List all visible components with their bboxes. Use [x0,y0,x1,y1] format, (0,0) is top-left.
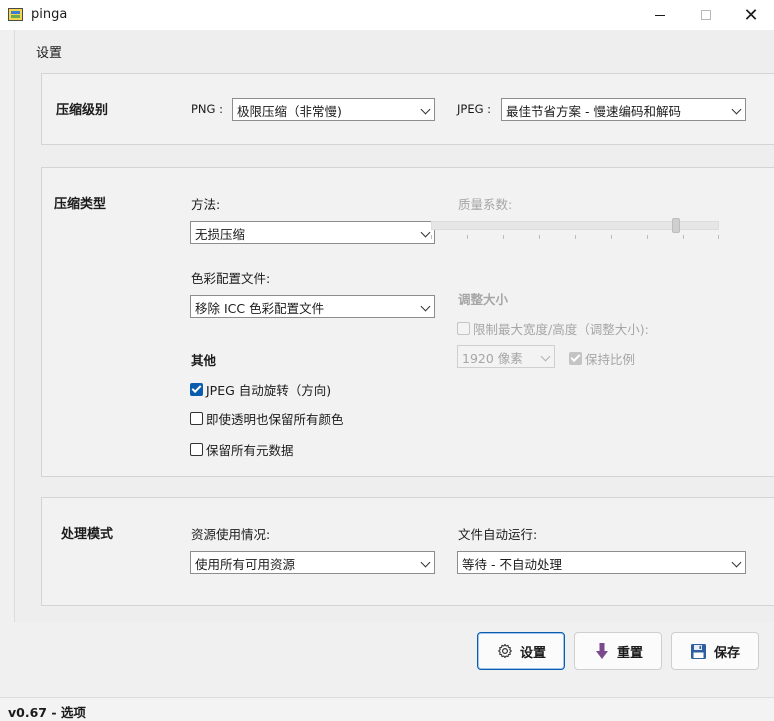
chevron-down-icon [731,557,742,568]
jpeg-compression-value: 最佳节省方案 - 慢速编码和解码 [506,104,681,119]
minimize-button[interactable] [637,0,683,30]
app-icon [8,8,23,21]
autorun-value: 等待 - 不自动处理 [462,557,562,572]
chevron-down-icon [540,351,551,362]
save-button[interactable]: 保存 [671,632,759,670]
keep-colors-checkbox[interactable]: 即使透明也保留所有颜色 [190,409,344,428]
chevron-down-icon [420,301,431,312]
png-compression-select[interactable]: 极限压缩（非常慢) [232,98,435,121]
arrow-down-icon [593,642,611,660]
app-title: pinga [31,7,68,22]
keep-ratio-checkbox[interactable]: 保持比例 [569,349,635,368]
page-title: 设置 [36,46,63,61]
slider-tick [575,235,576,239]
status-bar: v0.67 - 选项 [0,697,774,721]
autorun-select[interactable]: 等待 - 不自动处理 [457,551,746,574]
jpeg-compression-select[interactable]: 最佳节省方案 - 慢速编码和解码 [501,98,746,121]
processing-group: 处理模式 资源使用情况: 使用所有可用资源 文件自动运行: 等待 - 不自动处理 [41,497,774,606]
chevron-down-icon [420,104,431,115]
settings-panel: 设置 压缩级别 PNG : 极限压缩（非常慢) JPEG : 最佳节省方案 - … [14,30,774,622]
maximize-button [683,0,729,30]
processing-title: 处理模式 [61,527,114,542]
resource-value: 使用所有可用资源 [195,557,296,572]
jpeg-autorotate-label: JPEG 自动旋转（方向) [206,383,332,398]
slider-thumb[interactable] [672,218,680,233]
floppy-disk-icon [690,642,708,660]
checkbox-icon [457,322,470,335]
keep-metadata-label: 保留所有元数据 [206,443,294,458]
settings-button[interactable]: 设置 [477,632,565,670]
slider-tick [647,235,648,239]
compression-level-title: 压缩级别 [56,103,109,118]
gear-icon [496,642,514,660]
reset-button-label: 重置 [616,645,643,661]
autorun-label: 文件自动运行: [458,527,538,542]
method-select[interactable]: 无损压缩 [190,221,435,244]
color-profile-select[interactable]: 移除 ICC 色彩配置文件 [190,295,435,318]
quality-label: 质量系数: [458,197,513,212]
maximize-icon [701,10,711,20]
resource-select[interactable]: 使用所有可用资源 [190,551,435,574]
slider-tick [503,235,504,239]
keep-ratio-label: 保持比例 [585,352,636,367]
chevron-down-icon [420,227,431,238]
checkbox-icon [190,412,203,425]
slider-tick [683,235,684,239]
limit-size-label: 限制最大宽度/高度（调整大小): [473,322,649,337]
color-profile-value: 移除 ICC 色彩配置文件 [195,301,325,316]
resource-label: 资源使用情况: [191,527,271,542]
compression-type-group: 压缩类型 方法: 无损压缩 色彩配置文件: 移除 ICC 色彩配置文件 其他 J… [41,167,774,477]
slider-tick [539,235,540,239]
jpeg-label: JPEG : [457,102,492,116]
chevron-down-icon [731,104,742,115]
close-button[interactable]: ✕ [728,0,774,30]
settings-button-label: 设置 [519,645,546,661]
max-pixels-select[interactable]: 1920 像素 [457,345,555,368]
chevron-down-icon [420,557,431,568]
png-compression-value: 极限压缩（非常慢) [237,104,342,119]
keep-colors-label: 即使透明也保留所有颜色 [206,412,344,427]
keep-metadata-checkbox[interactable]: 保留所有元数据 [190,440,294,459]
slider-tick [467,235,468,239]
max-pixels-value: 1920 像素 [462,351,523,366]
title-bar: pinga ✕ [0,0,774,30]
slider-tick [431,235,432,239]
jpeg-autorotate-checkbox[interactable]: JPEG 自动旋转（方向) [190,380,331,399]
resize-title: 调整大小 [458,292,509,307]
method-value: 无损压缩 [195,227,246,242]
quality-slider[interactable] [431,215,719,245]
other-title: 其他 [191,353,217,368]
close-icon: ✕ [743,4,759,26]
save-button-label: 保存 [713,645,740,661]
status-text: v0.67 - 选项 [8,705,86,720]
method-label: 方法: [191,197,221,212]
checkbox-icon [190,443,203,456]
checkbox-checked-icon [569,352,582,365]
minimize-icon [655,14,665,16]
color-profile-label: 色彩配置文件: [191,271,271,286]
reset-button[interactable]: 重置 [574,632,662,670]
slider-tick [611,235,612,239]
checkbox-checked-icon [190,383,203,396]
slider-tick [718,235,719,239]
limit-size-checkbox[interactable]: 限制最大宽度/高度（调整大小): [457,319,649,338]
png-label: PNG : [191,102,223,116]
compression-type-title: 压缩类型 [54,197,107,212]
compression-level-group: 压缩级别 PNG : 极限压缩（非常慢) JPEG : 最佳节省方案 - 慢速编… [41,73,774,145]
